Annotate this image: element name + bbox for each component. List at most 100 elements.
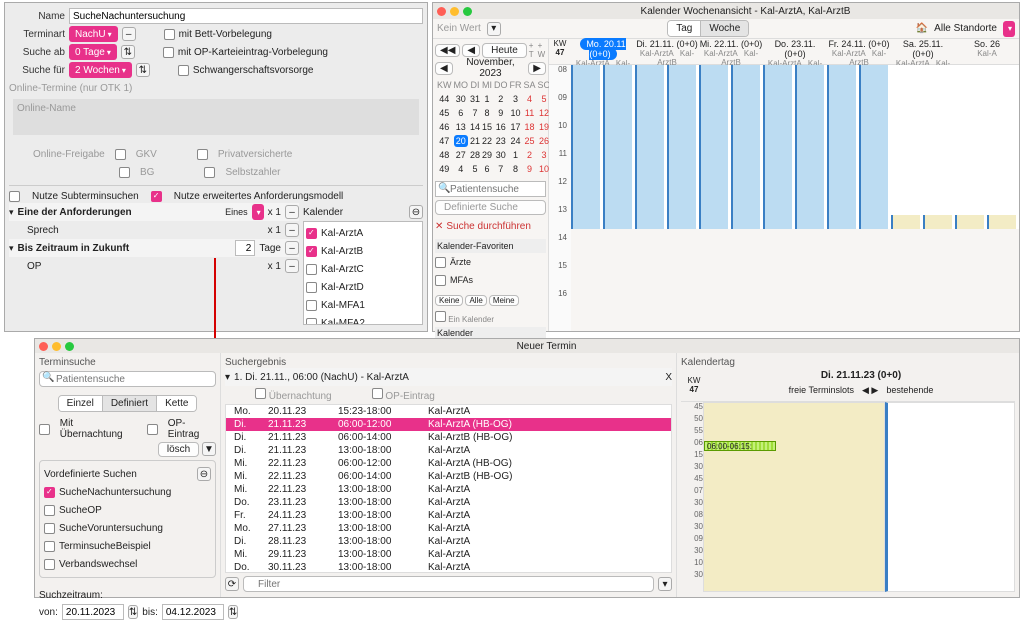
nav-prev2[interactable]: ◀◀ (435, 44, 460, 57)
mini-calendar[interactable]: KWMODIMIDOFRSASO443031123454567891011124… (435, 77, 553, 177)
result-row[interactable]: Di.28.11.2313:00-18:00Kal-ArztA (226, 535, 671, 548)
nt-max[interactable] (65, 342, 74, 351)
kal-item[interactable]: Kal-MFA2 (321, 318, 365, 326)
result-row[interactable]: Mi.22.11.2313:00-18:00Kal-ArztA (226, 483, 671, 496)
pre-check[interactable] (44, 487, 55, 498)
kal-item[interactable]: Kal-MFA1 (321, 300, 365, 311)
cb-uebernacht[interactable] (39, 424, 50, 435)
kal-check[interactable] (306, 300, 317, 311)
sucheab-select[interactable]: 0 Tage▾ (69, 44, 117, 60)
home-icon[interactable]: 🏠 (916, 23, 928, 34)
kal-check[interactable] (306, 264, 317, 275)
sucheab-step[interactable]: ⇅ (121, 45, 135, 59)
sprech-minus[interactable]: – (285, 223, 299, 237)
op-minus[interactable]: – (285, 259, 299, 273)
cb-bett[interactable] (164, 29, 175, 40)
pre-check[interactable] (44, 541, 55, 552)
col-op[interactable] (372, 388, 383, 399)
result-row[interactable]: Di.21.11.2313:00-18:00Kal-ArztA (226, 444, 671, 457)
standorte-dd[interactable]: ▾ (1003, 21, 1015, 37)
nt-search[interactable] (39, 371, 216, 387)
cb-selbst[interactable] (204, 167, 215, 178)
cb-bg[interactable] (119, 167, 130, 178)
nav-next-m[interactable]: ▶ (528, 62, 546, 75)
standorte[interactable]: Alle Standorte (934, 23, 997, 34)
loesch-btn[interactable]: lösch (158, 442, 199, 457)
fav-check[interactable] (435, 275, 446, 286)
win-close[interactable] (437, 7, 446, 16)
result-row[interactable]: Do.30.11.2313:00-18:00Kal-ArztA (226, 561, 671, 573)
result-row[interactable]: Mi.29.11.2313:00-18:00Kal-ArztA (226, 548, 671, 561)
cb-op[interactable] (163, 47, 174, 58)
von-input[interactable] (62, 604, 124, 620)
von-step[interactable]: ⇅ (128, 605, 138, 619)
zeit-minus[interactable]: – (285, 241, 299, 255)
pre-item[interactable]: SucheOP (59, 505, 102, 516)
col-uebernacht[interactable] (255, 388, 266, 399)
nt-min[interactable] (52, 342, 61, 351)
pre-item[interactable]: TerminsucheBeispiel (59, 541, 151, 552)
nav-prev[interactable]: ◀ (462, 44, 480, 57)
result-row[interactable]: Di.21.11.2306:00-14:00Kal-ArztB (HB-OG) (226, 431, 671, 444)
win-min[interactable] (450, 7, 459, 16)
seg-tag-woche[interactable]: TagWoche (667, 20, 749, 37)
fav-meine[interactable]: Meine (489, 295, 519, 306)
pre-check[interactable] (44, 523, 55, 534)
anf-minus[interactable]: – (285, 205, 299, 219)
kal-expand[interactable]: ⊖ (409, 205, 423, 219)
result-row[interactable]: Di.21.11.2306:00-12:00Kal-ArztA (HB-OG) (226, 418, 671, 431)
kal-check[interactable] (306, 318, 317, 326)
bis-step[interactable]: ⇅ (228, 605, 238, 619)
bis-input[interactable] (162, 604, 224, 620)
result-row[interactable]: Mo.27.11.2313:00-18:00Kal-ArztA (226, 522, 671, 535)
kal-item[interactable]: Kal-ArztB (321, 246, 363, 257)
fav-check[interactable] (435, 257, 446, 268)
cb-subtermin[interactable] (9, 191, 20, 202)
kd-nav[interactable]: ◀ ▶ (862, 385, 878, 396)
kal-item[interactable]: Kal-ArztC (321, 264, 364, 275)
kd-slot[interactable]: 06:00-06:15: NachU (704, 441, 776, 451)
cb-privat[interactable] (197, 149, 208, 160)
patient-search[interactable] (435, 181, 546, 197)
suche-run[interactable]: Suche durchführen (446, 221, 531, 232)
terminart-select[interactable]: NachU▾ (69, 26, 118, 42)
suchefuer-step[interactable]: ⇅ (136, 63, 150, 77)
pre-item[interactable]: SucheNachuntersuchung (59, 487, 171, 498)
cb-opeintrag[interactable] (147, 424, 158, 435)
kal-item[interactable]: Kal-ArztD (321, 282, 364, 293)
fav-keine[interactable]: Keine (435, 295, 463, 306)
result-row[interactable]: Do.23.11.2313:00-18:00Kal-ArztA (226, 496, 671, 509)
cb-erweitert[interactable] (151, 191, 162, 202)
result-row[interactable]: Mi.22.11.2306:00-12:00Kal-ArztA (HB-OG) (226, 457, 671, 470)
suchefuer-select[interactable]: 2 Wochen▾ (69, 62, 132, 78)
nav-prev-m[interactable]: ◀ (435, 62, 453, 75)
predef-collapse[interactable]: ⊖ (197, 467, 211, 481)
anf-mode-select[interactable]: ▾ (252, 204, 264, 220)
terminart-clear[interactable]: – (122, 27, 136, 41)
kal-item[interactable]: Kal-ArztA (321, 228, 363, 239)
name-input[interactable] (69, 8, 423, 24)
nav-heute[interactable]: Heute (482, 43, 527, 58)
nt-close[interactable] (39, 342, 48, 351)
cb-gkv[interactable] (115, 149, 126, 160)
zeitraum-val[interactable] (235, 240, 255, 256)
pre-check[interactable] (44, 505, 55, 516)
fav-alle[interactable]: Alle (465, 295, 486, 306)
definierte-suche[interactable]: Definierte Suche (435, 200, 546, 215)
erg-close[interactable]: X (665, 372, 672, 383)
pre-check[interactable] (44, 559, 55, 570)
keinwert-dd[interactable]: ▾ (487, 22, 501, 36)
kal-check[interactable] (306, 246, 317, 257)
result-row[interactable]: Fr.24.11.2313:00-18:00Kal-ArztA (226, 509, 671, 522)
cb-schw[interactable] (178, 65, 189, 76)
filter-icon[interactable]: ▼ (202, 442, 216, 456)
pre-item[interactable]: SucheVoruntersuchung (59, 523, 163, 534)
result-row[interactable]: Mi.22.11.2306:00-14:00Kal-ArztB (HB-OG) (226, 470, 671, 483)
kal-check[interactable] (306, 282, 317, 293)
win-max[interactable] (463, 7, 472, 16)
refresh-icon[interactable]: ⟳ (225, 577, 239, 591)
result-dd[interactable]: ▾ (658, 577, 672, 591)
pre-item[interactable]: Verbandswechsel (59, 559, 137, 570)
cb-einkal[interactable] (435, 311, 446, 322)
nt-seg[interactable]: EinzelDefiniertKette (58, 395, 198, 412)
